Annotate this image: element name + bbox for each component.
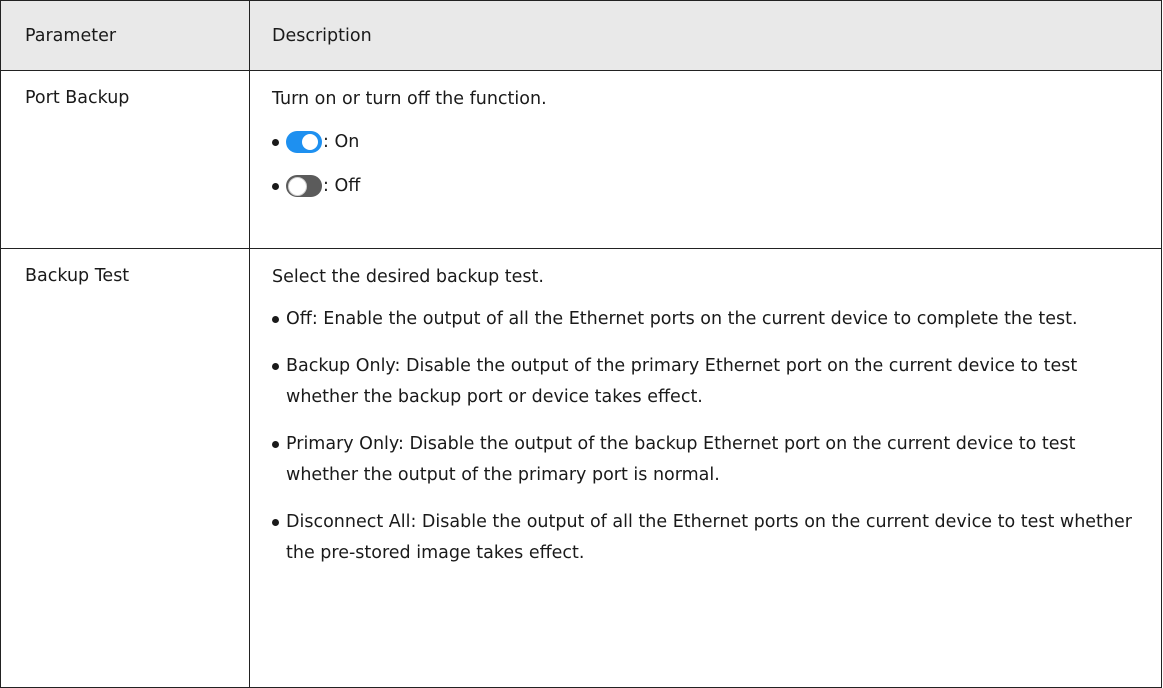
list-item-toggle-off: : Off [272, 173, 1141, 199]
header-description: Description [249, 0, 1162, 71]
list-item-disconnect-all: Disconnect All: Disable the output of al… [272, 507, 1141, 569]
bullet-icon [272, 519, 279, 526]
bullet-icon [272, 441, 279, 448]
parameter-cell-port-backup: Port Backup [0, 70, 250, 249]
parameter-cell-backup-test: Backup Test [0, 248, 250, 688]
list-item-toggle-on: : On [272, 129, 1141, 155]
parameter-table: Parameter Description Port Backup Turn o… [0, 0, 1162, 688]
header-parameter: Parameter [0, 0, 250, 71]
description-cell-backup-test: Select the desired backup test. Off: Ena… [249, 248, 1162, 688]
description-intro: Turn on or turn off the function. [272, 89, 547, 109]
option-text-primary-only: Primary Only: Disable the output of the … [286, 434, 1076, 485]
toggle-on-icon [286, 131, 322, 153]
option-text-backup-only: Backup Only: Disable the output of the p… [286, 356, 1078, 407]
option-text-off: Off: Enable the output of all the Ethern… [286, 309, 1078, 329]
toggle-off-icon [286, 175, 322, 197]
list-item-off: Off: Enable the output of all the Ethern… [272, 304, 1141, 335]
option-text-disconnect-all: Disconnect All: Disable the output of al… [286, 512, 1132, 563]
bullet-icon [272, 138, 279, 146]
table-row: Port Backup Turn on or turn off the func… [0, 70, 1162, 249]
bullet-icon [272, 363, 279, 370]
table-header-row: Parameter Description [0, 0, 1162, 71]
toggle-on-label: : On [323, 132, 360, 152]
bullet-icon [272, 316, 279, 323]
description-cell-port-backup: Turn on or turn off the function. : On :… [249, 70, 1162, 249]
description-intro: Select the desired backup test. [272, 267, 544, 287]
table-row: Backup Test Select the desired backup te… [0, 248, 1162, 688]
toggle-state-list: : On : Off [272, 129, 1141, 199]
list-item-backup-only: Backup Only: Disable the output of the p… [272, 351, 1141, 413]
backup-test-options-list: Off: Enable the output of all the Ethern… [272, 304, 1141, 569]
toggle-off-label: : Off [323, 176, 361, 196]
bullet-icon [272, 182, 279, 190]
list-item-primary-only: Primary Only: Disable the output of the … [272, 429, 1141, 491]
